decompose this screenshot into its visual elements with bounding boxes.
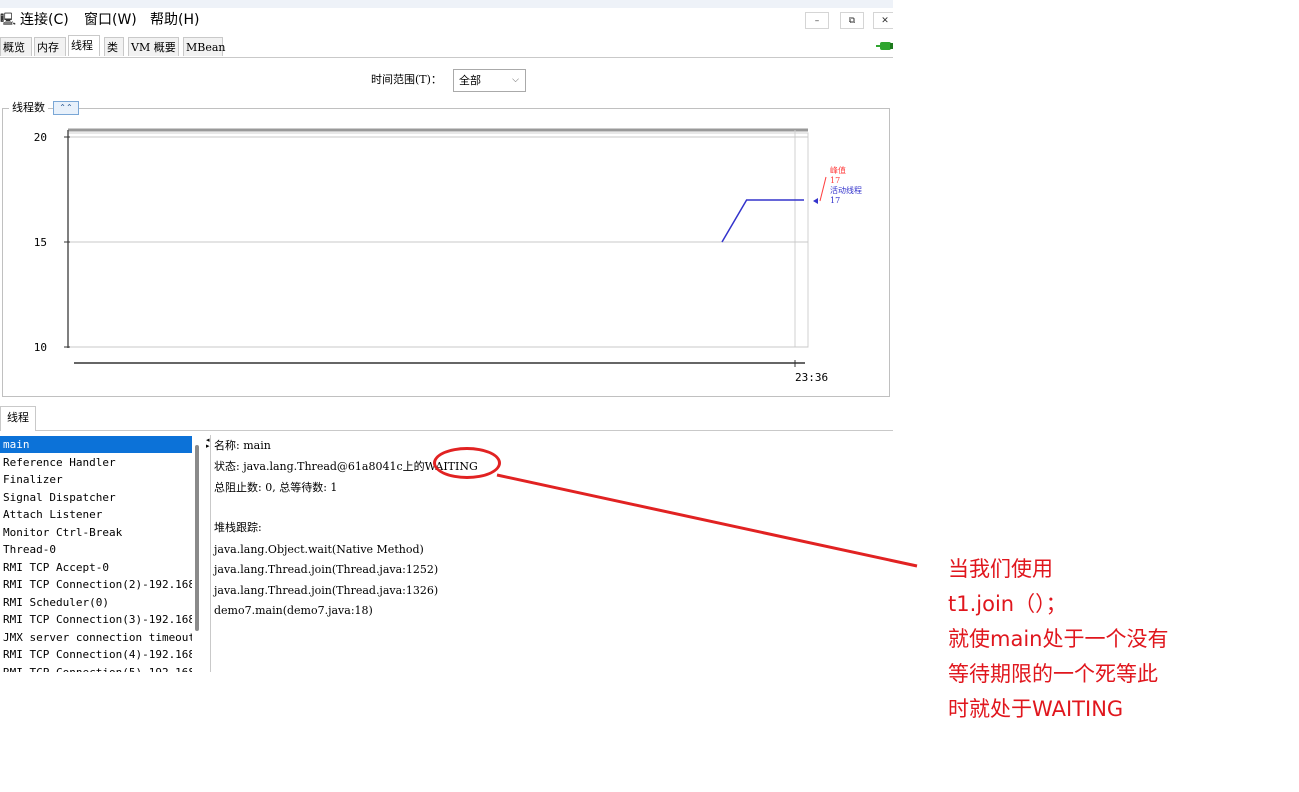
annotation-text: 当我们使用 t1.join（）； 就使main处于一个没有 等待期限的一个死等此… [948, 552, 1168, 727]
annotation-line: 当我们使用 [948, 557, 1053, 581]
annotation-arrow-line [496, 473, 918, 568]
annotation-line: 时就处于WAITING [948, 697, 1124, 721]
annotation-line: t1.join（）； [948, 592, 1067, 616]
annotation-line: 等待期限的一个死等此 [948, 662, 1158, 686]
annotation-line: 就使main处于一个没有 [948, 627, 1169, 651]
